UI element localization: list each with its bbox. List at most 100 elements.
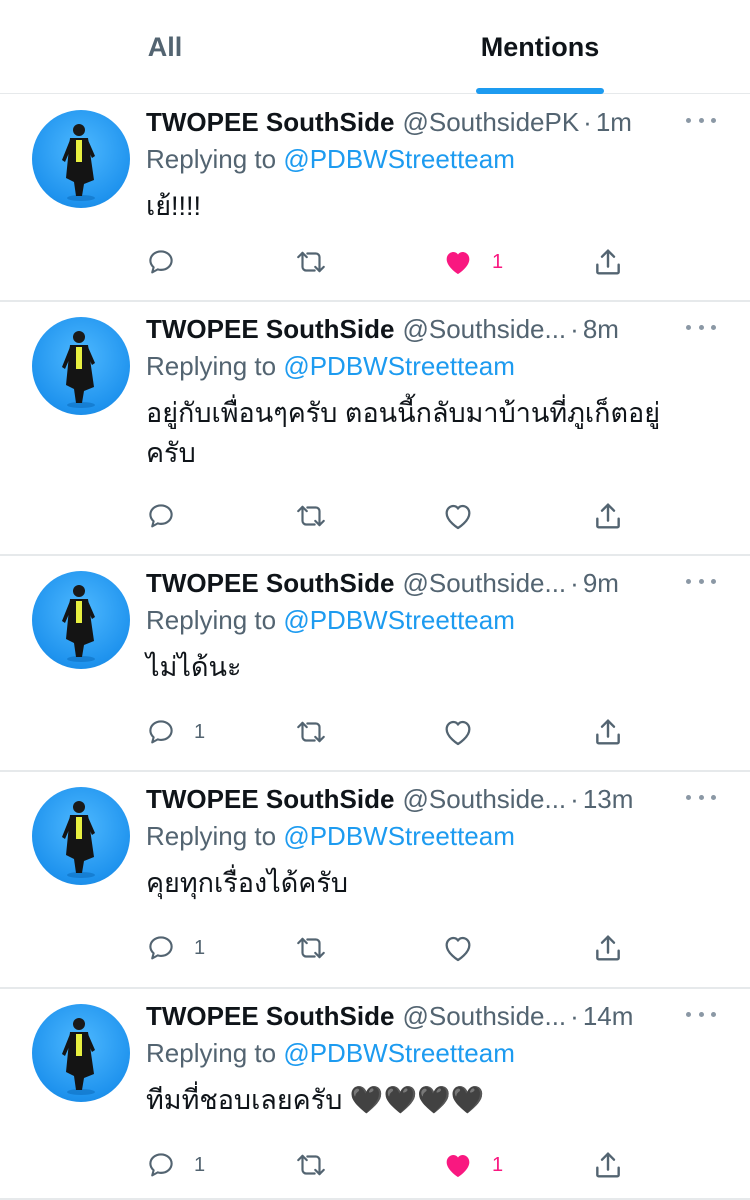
avatar[interactable]	[32, 110, 130, 208]
replying-to-label: Replying to	[146, 1038, 277, 1068]
tweet[interactable]: TWOPEE SouthSide @Southside... · 8m Replying…	[0, 303, 750, 556]
tweet-actions: 1	[146, 712, 646, 752]
timestamp[interactable]: 8m	[583, 314, 619, 344]
tweet-header: TWOPEE SouthSide @Southside... · 9m	[146, 566, 660, 600]
author-name[interactable]: TWOPEE SouthSide	[146, 784, 394, 814]
separator-dot: ·	[570, 1001, 579, 1031]
separator-dot: ·	[570, 784, 579, 814]
replying-to: Replying to @PDBWStreetteam	[146, 1036, 515, 1070]
author-name[interactable]: TWOPEE SouthSide	[146, 107, 394, 137]
reply-icon	[146, 717, 176, 747]
like-button[interactable]	[442, 712, 492, 752]
replying-to-handle[interactable]: @PDBWStreetteam	[283, 605, 515, 635]
timestamp[interactable]: 13m	[583, 784, 634, 814]
tweet-header: TWOPEE SouthSide @Southside... · 8m	[146, 312, 660, 346]
author-handle[interactable]: @Southside...	[402, 1001, 566, 1031]
retweet-button[interactable]	[294, 496, 328, 536]
share-icon	[592, 500, 624, 532]
tweet-text: ไม่ได้นะ	[146, 652, 242, 682]
more-icon[interactable]	[686, 315, 716, 339]
replying-to-handle[interactable]: @PDBWStreetteam	[283, 144, 515, 174]
replying-to-handle[interactable]: @PDBWStreetteam	[283, 351, 515, 381]
share-button[interactable]	[592, 928, 624, 968]
replying-to-label: Replying to	[146, 821, 277, 851]
heart-icon	[442, 1150, 474, 1180]
tweet[interactable]: TWOPEE SouthSide @Southside... · 14m Replyin…	[0, 990, 750, 1200]
divider	[0, 300, 750, 302]
author-name[interactable]: TWOPEE SouthSide	[146, 1001, 394, 1031]
tab-active-indicator	[476, 88, 604, 94]
like-button[interactable]	[442, 496, 492, 536]
divider	[0, 554, 750, 556]
replying-to: Replying to @PDBWStreetteam	[146, 819, 515, 853]
retweet-button[interactable]	[294, 1145, 328, 1185]
tab-all[interactable]: All	[0, 0, 330, 94]
share-icon	[592, 932, 624, 964]
like-button[interactable]: 1	[442, 242, 503, 282]
reply-button[interactable]	[146, 496, 194, 536]
divider	[0, 770, 750, 772]
avatar[interactable]	[32, 1004, 130, 1102]
tab-mentions[interactable]: Mentions	[420, 0, 660, 94]
reply-button[interactable]: 1	[146, 1145, 205, 1185]
timestamp[interactable]: 14m	[583, 1001, 634, 1031]
reply-count: 1	[194, 936, 206, 959]
reply-button[interactable]: 1	[146, 712, 205, 752]
separator-dot: ·	[570, 314, 579, 344]
more-icon[interactable]	[686, 785, 716, 809]
author-handle[interactable]: @Southside...	[402, 784, 566, 814]
tweet-header: TWOPEE SouthSide @Southside... · 14m	[146, 999, 660, 1033]
heart-icon	[442, 933, 474, 963]
replying-to-handle[interactable]: @PDBWStreetteam	[283, 1038, 515, 1068]
share-button[interactable]	[592, 496, 624, 536]
author-name[interactable]: TWOPEE SouthSide	[146, 568, 394, 598]
retweet-button[interactable]	[294, 242, 328, 282]
tweet[interactable]: TWOPEE SouthSide @Southside... · 13m Replyin…	[0, 773, 750, 989]
more-icon[interactable]	[686, 569, 716, 593]
reply-button[interactable]: 1	[146, 928, 205, 968]
retweet-icon	[294, 1150, 328, 1180]
tweet[interactable]: TWOPEE SouthSide @SouthsidePK · 1m Replying …	[0, 96, 750, 302]
timestamp[interactable]: 9m	[583, 568, 619, 598]
author-name[interactable]: TWOPEE SouthSide	[146, 314, 394, 344]
share-button[interactable]	[592, 1145, 624, 1185]
tweet-text: เย้!!!!	[146, 191, 202, 221]
author-handle[interactable]: @Southside...	[402, 314, 566, 344]
tweet-header: TWOPEE SouthSide @Southside... · 13m	[146, 782, 660, 816]
tweet-actions: 11	[146, 1145, 646, 1185]
reply-icon	[146, 501, 176, 531]
tweet[interactable]: TWOPEE SouthSide @Southside... · 9m Replying…	[0, 557, 750, 772]
reply-icon	[146, 933, 176, 963]
share-icon	[592, 1149, 624, 1181]
retweet-icon	[294, 501, 328, 531]
more-icon[interactable]	[686, 1002, 716, 1026]
share-button[interactable]	[592, 242, 624, 282]
replying-to: Replying to @PDBWStreetteam	[146, 603, 515, 637]
avatar[interactable]	[32, 571, 130, 669]
reply-button[interactable]	[146, 242, 194, 282]
more-icon[interactable]	[686, 108, 716, 132]
avatar[interactable]	[32, 317, 130, 415]
like-button[interactable]	[442, 928, 492, 968]
retweet-icon	[294, 933, 328, 963]
separator-dot: ·	[583, 107, 592, 137]
replying-to-label: Replying to	[146, 144, 277, 174]
like-count: 1	[492, 250, 504, 273]
avatar[interactable]	[32, 787, 130, 885]
author-handle[interactable]: @Southside...	[402, 568, 566, 598]
like-button[interactable]: 1	[442, 1145, 503, 1185]
heart-icon	[442, 501, 474, 531]
replying-to-handle[interactable]: @PDBWStreetteam	[283, 821, 515, 851]
author-handle[interactable]: @SouthsidePK	[402, 107, 579, 137]
reply-icon	[146, 1150, 176, 1180]
tweet-text: คุยทุกเรื่องได้ครับ	[146, 868, 348, 898]
reply-count: 1	[194, 720, 206, 743]
share-icon	[592, 716, 624, 748]
heart-icon	[442, 247, 474, 277]
timestamp[interactable]: 1m	[596, 107, 632, 137]
share-button[interactable]	[592, 712, 624, 752]
replying-to: Replying to @PDBWStreetteam	[146, 142, 515, 176]
retweet-button[interactable]	[294, 712, 328, 752]
retweet-button[interactable]	[294, 928, 328, 968]
retweet-icon	[294, 247, 328, 277]
